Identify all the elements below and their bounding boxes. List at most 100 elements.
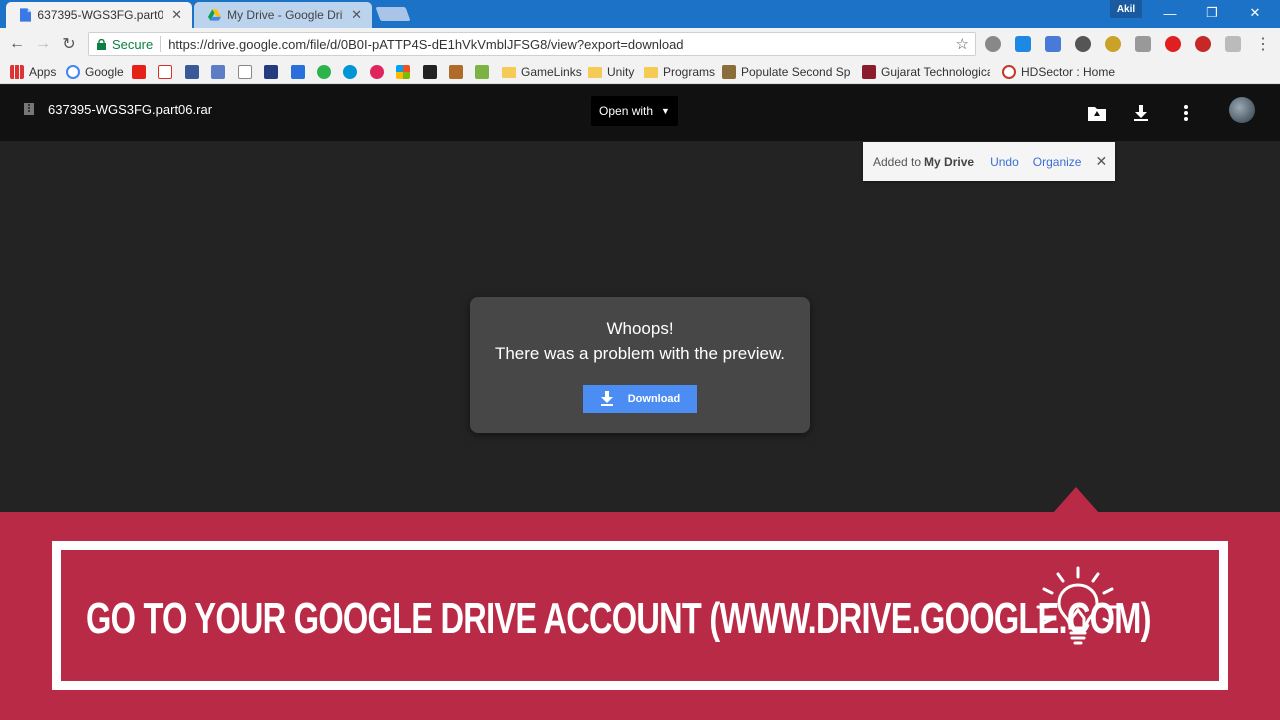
bookmark-youtube[interactable] (132, 64, 151, 80)
bookmark-label: Gujarat Technological (881, 65, 990, 79)
adblock-extension-icon[interactable] (1195, 36, 1211, 52)
bookmark-label: Google (85, 65, 124, 79)
profile-name-chip[interactable]: Akil (1110, 0, 1142, 18)
bookmark-label: Apps (29, 65, 57, 79)
bookmark-google[interactable]: Google (66, 64, 124, 80)
cube-extension-icon[interactable] (1135, 36, 1151, 52)
folder-icon (588, 66, 602, 78)
bookmark-green-circle[interactable] (317, 64, 336, 80)
new-tab-button[interactable] (375, 7, 411, 21)
bookmark-label: HDSector : Home (1021, 65, 1116, 79)
organize-link[interactable]: Organize (1033, 155, 1082, 169)
preview-error-dialog: Whoops! There was a problem with the pre… (470, 297, 810, 433)
url-text[interactable]: https://drive.google.com/file/d/0B0I-pAT… (168, 37, 683, 52)
flask-icon (722, 65, 736, 79)
tab-title: My Drive - Google Drive (227, 8, 344, 22)
account-avatar[interactable] (1229, 97, 1255, 123)
undo-link[interactable]: Undo (990, 155, 1019, 169)
bookmark-red-circle[interactable] (370, 64, 389, 80)
youtube-icon (132, 65, 146, 79)
hourglass-icon (291, 65, 305, 79)
tab-file-preview[interactable]: 637395-WGS3FG.part06.r ✕ (6, 2, 192, 28)
facebook-icon (185, 65, 199, 79)
address-bar[interactable]: Secure https://drive.google.com/file/d/0… (88, 32, 976, 56)
more-options-icon[interactable] (1176, 103, 1196, 123)
bookmark-label: Programs (663, 65, 716, 79)
bookmark-programs[interactable]: Programs (644, 64, 715, 80)
bookmark-hdsector[interactable]: HDSector : Home (1002, 64, 1115, 80)
bookmark-windows[interactable] (396, 64, 415, 80)
bookmark-apps[interactable]: Apps (10, 64, 56, 80)
dark-square-icon (423, 65, 437, 79)
bookmark-populate-second-spin[interactable]: Populate Second Spin (722, 64, 850, 80)
add-to-drive-icon[interactable] (1087, 103, 1107, 123)
bookmark-label: Populate Second Spin (741, 65, 850, 79)
bookmark-3d[interactable] (475, 64, 494, 80)
close-window-icon[interactable]: ✕ (1241, 2, 1269, 24)
close-icon[interactable]: ✕ (1095, 153, 1107, 170)
browser-toolbar: ← → ↻ Secure https://drive.google.com/fi… (0, 28, 1280, 60)
bookmark-t[interactable] (211, 64, 230, 80)
forward-icon[interactable]: → (32, 33, 54, 55)
added-to-drive-toast: Added to My Drive Undo Organize ✕ (863, 142, 1115, 181)
restore-icon[interactable]: ❐ (1198, 2, 1226, 24)
error-message: There was a problem with the preview. (494, 344, 786, 363)
back-icon[interactable]: ← (6, 33, 28, 55)
open-with-button[interactable]: Open with ▼ (591, 96, 678, 126)
minimize-icon[interactable]: — (1156, 2, 1184, 24)
page-icon (238, 65, 252, 79)
file-icon (20, 8, 32, 22)
browser-tab-strip: 637395-WGS3FG.part06.r ✕ My Drive - Goog… (0, 0, 1280, 28)
divider (160, 36, 162, 52)
tab-my-drive[interactable]: My Drive - Google Drive ✕ (194, 2, 372, 28)
green-circle-icon (317, 65, 331, 79)
bookmark-hp[interactable] (343, 64, 362, 80)
chrome-menu-icon[interactable]: ⋮ (1252, 33, 1274, 55)
heart-extension-icon[interactable] (1165, 36, 1181, 52)
google-icon (66, 65, 80, 79)
screen: 637395-WGS3FG.part06.r ✕ My Drive - Goog… (0, 0, 1280, 720)
tab-title: 637395-WGS3FG.part06.r (37, 8, 164, 22)
lock-icon (97, 38, 106, 50)
bookmarks-bar: Apps Google GameLinks Unity Programs Pop… (0, 60, 1280, 84)
bookmark-gmail[interactable] (158, 64, 177, 80)
paypal-icon (264, 65, 278, 79)
lightbulb-icon (1036, 566, 1120, 645)
pdf-extension-icon[interactable] (1225, 36, 1241, 52)
bookmark-gujarat-technological[interactable]: Gujarat Technological (862, 64, 990, 80)
bookmark-page[interactable] (238, 64, 257, 80)
bookmark-hourglass[interactable] (291, 64, 310, 80)
translate-extension-icon[interactable] (1045, 36, 1061, 52)
open-with-label: Open with (599, 104, 654, 118)
banner-pointer (1053, 487, 1099, 513)
reload-icon[interactable]: ↻ (58, 33, 80, 55)
secure-label: Secure (112, 36, 154, 52)
bookmark-unity[interactable]: Unity (588, 64, 634, 80)
download-icon[interactable] (1131, 103, 1151, 123)
bookmark-label: GameLinks (521, 65, 582, 79)
archive-file-icon (24, 103, 34, 115)
edit-extension-icon[interactable] (1015, 36, 1031, 52)
hp-icon (343, 65, 357, 79)
bookmark-star-icon[interactable]: ☆ (956, 35, 969, 53)
bookmark-facebook[interactable] (185, 64, 204, 80)
bookmark-gamelinks[interactable]: GameLinks (502, 64, 582, 80)
red-circle-icon (370, 65, 384, 79)
download-label: Download (627, 393, 681, 405)
apps-grid-icon (10, 65, 24, 79)
bookmark-paypal[interactable] (264, 64, 283, 80)
download-button[interactable]: Download (583, 385, 697, 413)
download-arrow-icon (600, 391, 613, 406)
wheel-extension-icon[interactable] (1075, 36, 1091, 52)
error-title: Whoops! (606, 319, 674, 338)
viewer-top-bar: 637395-WGS3FG.part06.rar Open with ▼ (0, 85, 1280, 141)
dragonfly-icon (449, 65, 463, 79)
bookmark-dragonfly[interactable] (449, 64, 468, 80)
3d-icon (475, 65, 489, 79)
close-tab-icon[interactable]: ✕ (171, 7, 182, 23)
bookmark-dark-square[interactable] (423, 64, 442, 80)
bookmark-label: Unity (607, 65, 635, 79)
coin-extension-icon[interactable] (1105, 36, 1121, 52)
close-tab-icon[interactable]: ✕ (351, 7, 362, 23)
cloud-extension-icon[interactable] (985, 36, 1001, 52)
